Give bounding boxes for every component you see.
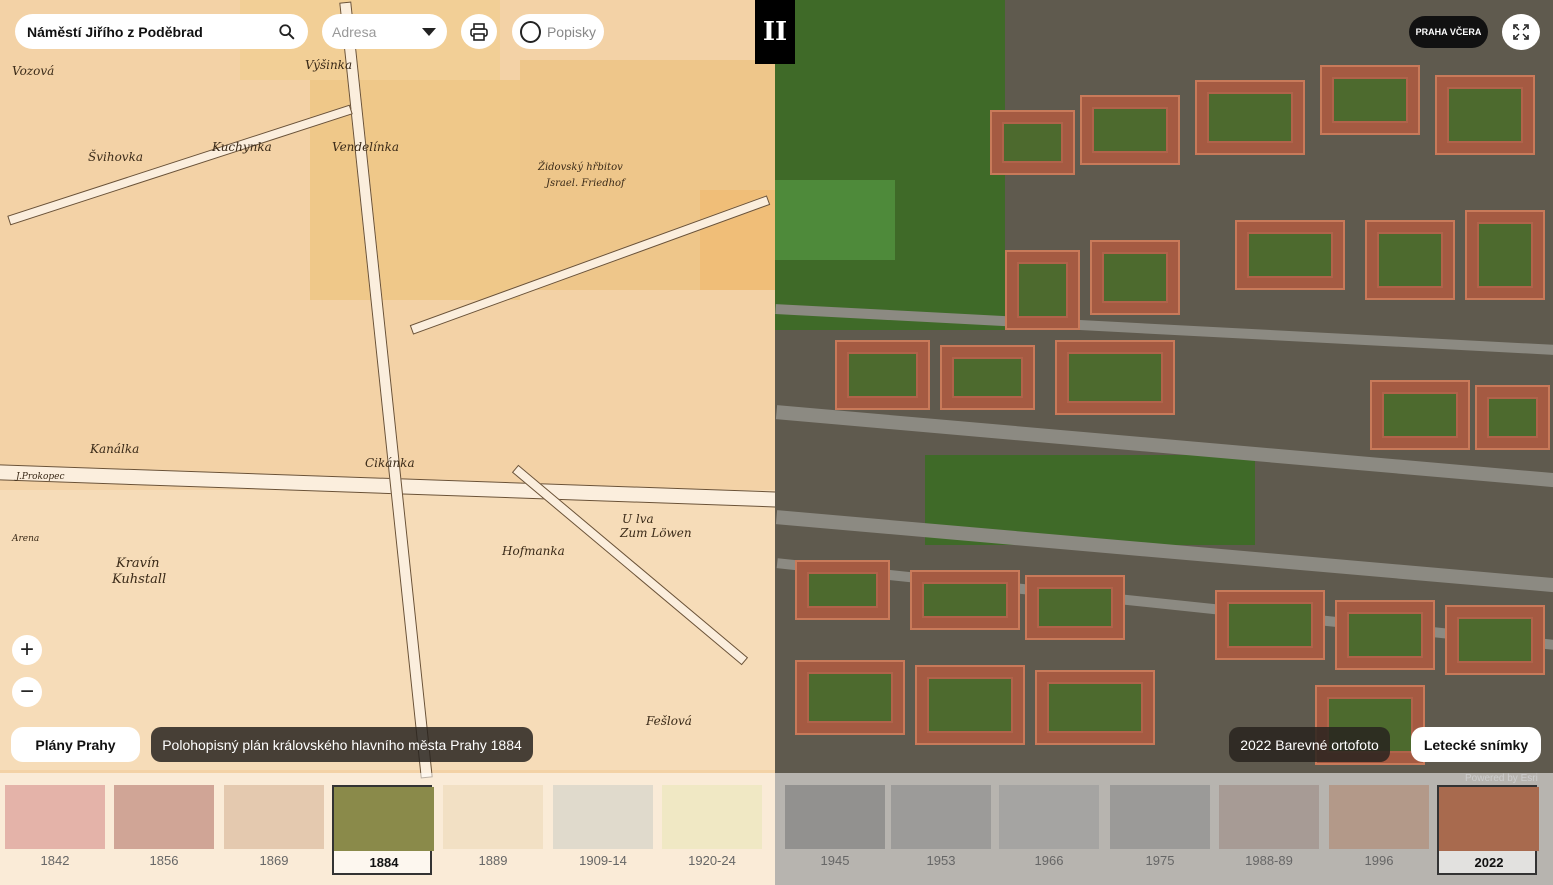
timeline-thumb-map-1856[interactable]: 1856 bbox=[114, 785, 214, 875]
thumbnail-image bbox=[785, 785, 885, 849]
thumbnail-image bbox=[114, 785, 214, 849]
timeline-thumb-map-1869[interactable]: 1869 bbox=[224, 785, 324, 875]
map-label-hofmanka: Hofmanka bbox=[502, 544, 565, 558]
timeline-thumb-map-1909-14[interactable]: 1909-14 bbox=[553, 785, 653, 875]
map-label-hrbitov: Židovský hřbitov bbox=[538, 162, 623, 173]
search-value: Náměstí Jiřího z Poděbrad bbox=[27, 23, 203, 40]
map-label-vendelinka: Vendelínka bbox=[332, 140, 400, 154]
thumbnail-image bbox=[1439, 787, 1539, 851]
chevron-down-icon bbox=[422, 27, 436, 36]
aerial-title-label: 2022 Barevné ortofoto bbox=[1229, 727, 1390, 762]
fullscreen-button[interactable] bbox=[1502, 14, 1540, 50]
thumbnail-image bbox=[1110, 785, 1210, 849]
map-label-friedhof: Jsrael. Friedhof bbox=[546, 178, 625, 189]
timeline-thumb-aerial-1953[interactable]: 1953 bbox=[891, 785, 991, 875]
address-select[interactable]: Adresa bbox=[322, 14, 447, 49]
thumbnail-year: 2022 bbox=[1474, 855, 1504, 870]
aerials-category-button[interactable]: Letecké snímky bbox=[1411, 727, 1541, 762]
timeline-thumb-aerial-1975[interactable]: 1975 bbox=[1110, 785, 1210, 875]
map-label-vysinka: Výšinka bbox=[305, 58, 353, 72]
thumbnail-image bbox=[5, 785, 105, 849]
thumbnail-image bbox=[662, 785, 762, 849]
zoom-in-button[interactable]: + bbox=[12, 635, 42, 665]
map-label-kuhstall: Kuhstall bbox=[112, 572, 167, 587]
thumbnail-year: 1945 bbox=[820, 853, 850, 868]
labels-toggle-label: Popisky bbox=[546, 23, 596, 40]
thumbnail-image bbox=[891, 785, 991, 849]
thumbnail-image bbox=[443, 785, 543, 849]
map-label-prokopec: J.Prokopec bbox=[16, 472, 65, 482]
printer-icon bbox=[470, 22, 488, 41]
thumbnail-year: 1869 bbox=[259, 853, 289, 868]
map-label-arena: Arena bbox=[12, 534, 40, 544]
timeline-thumb-map-1920-24[interactable]: 1920-24 bbox=[662, 785, 762, 875]
labels-toggle[interactable]: Popisky bbox=[512, 14, 604, 49]
timeline-thumb-map-1884[interactable]: 1884 bbox=[332, 785, 434, 875]
map-label-u-lva: U lva bbox=[622, 512, 654, 526]
thumbnail-year: 1884 bbox=[369, 855, 399, 870]
timeline-thumb-map-1842[interactable]: 1842 bbox=[5, 785, 105, 875]
thumbnail-year: 1889 bbox=[478, 853, 508, 868]
thumbnail-image bbox=[1219, 785, 1319, 849]
map-label-feslova: Fešlová bbox=[646, 714, 692, 728]
map-label-svihovka: Švihovka bbox=[88, 150, 143, 164]
timeline-thumb-aerial-1996[interactable]: 1996 bbox=[1329, 785, 1429, 875]
praha-vcera-button[interactable]: PRAHA VČERA bbox=[1409, 16, 1488, 48]
thumbnail-year: 1975 bbox=[1145, 853, 1175, 868]
thumbnail-image bbox=[999, 785, 1099, 849]
thumbnail-year: 1966 bbox=[1034, 853, 1064, 868]
search-input[interactable]: Náměstí Jiřího z Poděbrad bbox=[15, 14, 308, 49]
thumbnail-year: 1909-14 bbox=[579, 853, 627, 868]
thumbnail-image bbox=[334, 787, 434, 851]
thumbnail-image bbox=[224, 785, 324, 849]
powered-by-label: Powered by Esri bbox=[1465, 773, 1538, 784]
map-label-kanalka: Kanálka bbox=[90, 442, 140, 456]
thumbnail-image bbox=[553, 785, 653, 849]
maps-category-button[interactable]: Plány Prahy bbox=[11, 727, 140, 762]
map-label-vozova: Vozová bbox=[12, 64, 55, 78]
map-label-kravin: Kravín bbox=[116, 556, 160, 571]
map-label-zum-lowen: Zum Löwen bbox=[620, 526, 692, 540]
timeline-thumb-map-1889[interactable]: 1889 bbox=[443, 785, 543, 875]
toggle-circle-icon bbox=[520, 20, 541, 43]
timeline-thumb-aerial-1945[interactable]: 1945 bbox=[785, 785, 885, 875]
thumbnail-year: 1920-24 bbox=[688, 853, 736, 868]
print-button[interactable] bbox=[461, 14, 497, 49]
zoom-out-button[interactable]: − bbox=[12, 677, 42, 707]
logo[interactable]: II bbox=[755, 0, 795, 64]
thumbnail-year: 1953 bbox=[926, 853, 956, 868]
map-label-cikanka: Cikánka bbox=[365, 456, 415, 470]
thumbnail-year: 1856 bbox=[149, 853, 179, 868]
timeline-thumb-aerial-2022[interactable]: 2022 bbox=[1437, 785, 1539, 875]
map-title-label: Polohopisný plán královského hlavního mě… bbox=[151, 727, 533, 762]
search-icon[interactable] bbox=[278, 23, 296, 41]
fullscreen-icon bbox=[1513, 24, 1529, 40]
thumbnail-year: 1988-89 bbox=[1245, 853, 1293, 868]
thumbnail-year: 1842 bbox=[40, 853, 70, 868]
timeline-thumb-aerial-1988-89[interactable]: 1988-89 bbox=[1219, 785, 1319, 875]
map-label-kuchynka: Kuchynka bbox=[212, 140, 272, 154]
thumbnail-year: 1996 bbox=[1364, 853, 1394, 868]
timeline-thumb-aerial-1966[interactable]: 1966 bbox=[999, 785, 1099, 875]
thumbnail-image bbox=[1329, 785, 1429, 849]
address-placeholder: Adresa bbox=[332, 23, 377, 40]
